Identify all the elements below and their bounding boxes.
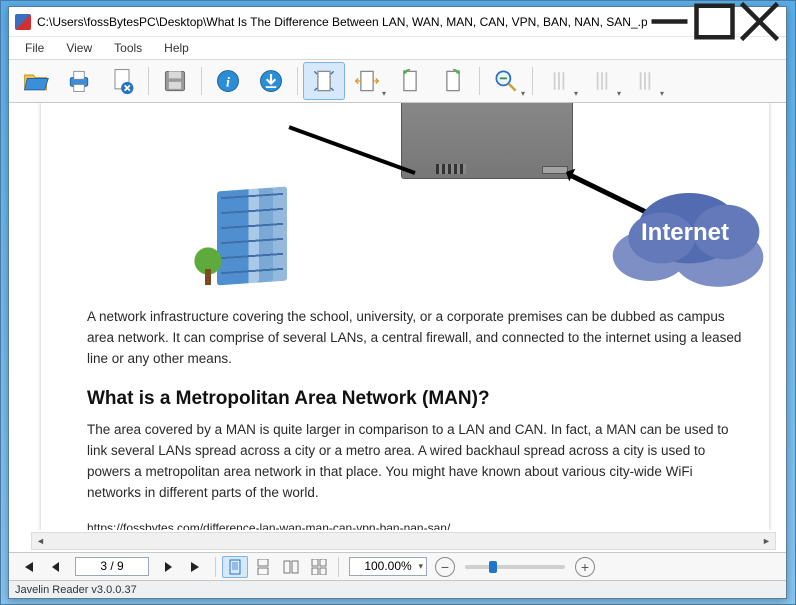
zoom-in-button[interactable]: + — [575, 557, 595, 577]
prev-page-button[interactable] — [43, 556, 69, 578]
dropdown-icon: ▾ — [660, 89, 664, 98]
menu-tools[interactable]: Tools — [104, 39, 152, 57]
next-page-button[interactable] — [155, 556, 181, 578]
dropdown-icon: ▾ — [574, 89, 578, 98]
separator — [479, 67, 480, 95]
navigation-bar: 3 / 9 100.00% − + — [9, 552, 786, 580]
status-bar: Javelin Reader v3.0.0.37 — [9, 580, 786, 598]
print-button[interactable] — [58, 62, 100, 100]
separator — [148, 67, 149, 95]
scroll-left-icon[interactable]: ◄ — [32, 533, 49, 549]
status-text: Javelin Reader v3.0.0.37 — [15, 584, 137, 596]
horizontal-scrollbar[interactable]: ◄ ► — [31, 532, 776, 550]
window-controls — [647, 8, 782, 36]
extra-tool-1[interactable]: ▾ — [538, 62, 580, 100]
internet-cloud-graphic: Internet — [601, 177, 776, 295]
last-page-button[interactable] — [183, 556, 209, 578]
separator — [338, 557, 339, 577]
separator — [532, 67, 533, 95]
separator — [297, 67, 298, 95]
fit-page-button[interactable] — [303, 62, 345, 100]
extra-tool-3[interactable]: ▾ — [624, 62, 666, 100]
pdf-page: Internet A network infrastructure coveri… — [41, 103, 769, 530]
rotate-right-button[interactable] — [432, 62, 474, 100]
first-page-button[interactable] — [15, 556, 41, 578]
single-page-view-button[interactable] — [222, 556, 248, 578]
page-number-input[interactable]: 3 / 9 — [75, 557, 149, 576]
continuous-view-button[interactable] — [250, 556, 276, 578]
maximize-button[interactable] — [692, 8, 737, 36]
separator — [201, 67, 202, 95]
menu-bar: File View Tools Help — [9, 37, 786, 59]
download-button[interactable] — [250, 62, 292, 100]
document-viewport[interactable]: Internet A network infrastructure coveri… — [9, 103, 786, 552]
menu-file[interactable]: File — [15, 39, 54, 57]
app-window: C:\Users\fossBytesPC\Desktop\What Is The… — [8, 6, 787, 599]
title-bar[interactable]: C:\Users\fossBytesPC\Desktop\What Is The… — [9, 7, 786, 37]
paragraph-1: A network infrastructure covering the sc… — [87, 307, 747, 370]
toolbar: i ▾ ▾ ▾ ▾ — [9, 59, 786, 103]
zoom-tool-button[interactable]: ▾ — [485, 62, 527, 100]
info-button[interactable]: i — [207, 62, 249, 100]
zoom-slider[interactable] — [465, 565, 565, 569]
heading-man: What is a Metropolitan Area Network (MAN… — [87, 388, 753, 410]
dropdown-icon: ▾ — [521, 89, 525, 98]
scroll-track[interactable] — [49, 533, 758, 549]
close-file-button[interactable] — [101, 62, 143, 100]
facing-view-button[interactable] — [278, 556, 304, 578]
extra-tool-2[interactable]: ▾ — [581, 62, 623, 100]
fit-width-button[interactable]: ▾ — [346, 62, 388, 100]
minimize-button[interactable] — [647, 8, 692, 36]
app-icon — [15, 14, 31, 30]
internet-label: Internet — [601, 219, 769, 247]
menu-help[interactable]: Help — [154, 39, 199, 57]
dropdown-icon: ▾ — [617, 89, 621, 98]
footer-url: https://fossbytes.com/difference-lan-wan… — [87, 521, 753, 530]
save-button[interactable] — [154, 62, 196, 100]
scroll-right-icon[interactable]: ► — [758, 533, 775, 549]
zoom-out-button[interactable]: − — [435, 557, 455, 577]
continuous-facing-view-button[interactable] — [306, 556, 332, 578]
tree-graphic — [192, 245, 224, 277]
server-graphic — [401, 103, 573, 179]
dropdown-icon: ▾ — [382, 89, 386, 98]
network-diagram: Internet — [177, 109, 753, 299]
zoom-combo[interactable]: 100.00% — [349, 557, 427, 576]
svg-text:i: i — [226, 75, 230, 90]
rotate-left-button[interactable] — [389, 62, 431, 100]
paragraph-2: The area covered by a MAN is quite large… — [87, 420, 747, 504]
building-graphic — [217, 187, 287, 286]
close-button[interactable] — [737, 8, 782, 36]
separator — [215, 557, 216, 577]
menu-view[interactable]: View — [56, 39, 102, 57]
open-button[interactable] — [15, 62, 57, 100]
window-title: C:\Users\fossBytesPC\Desktop\What Is The… — [37, 15, 647, 29]
